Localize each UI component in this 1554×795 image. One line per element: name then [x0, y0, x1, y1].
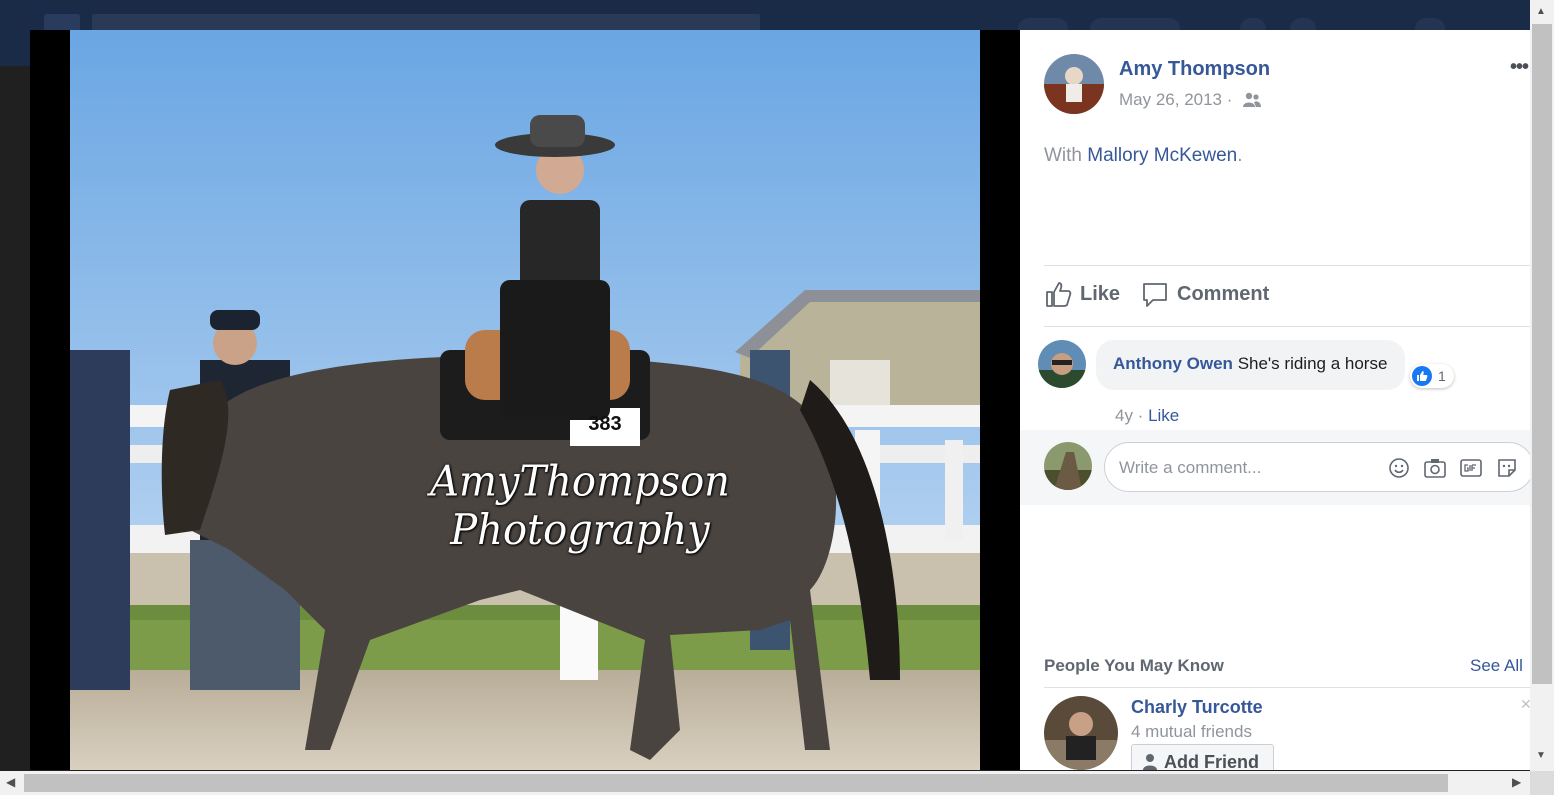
comment-composer: Write a comment... [1020, 430, 1530, 505]
post-date[interactable]: May 26, 2013 · [1119, 90, 1232, 110]
comment-text: She's riding a horse [1237, 354, 1388, 373]
pymk-avatar[interactable] [1044, 696, 1118, 770]
scrollbar-corner [1530, 771, 1554, 795]
divider [1044, 265, 1530, 266]
divider [1044, 326, 1530, 327]
with-prefix: With [1044, 145, 1088, 166]
post-photo[interactable]: 383 AmyThompson Photography [70, 30, 980, 770]
camera-icon[interactable] [1423, 456, 1447, 480]
with-suffix: . [1237, 145, 1243, 166]
close-icon[interactable]: ✕ [1520, 696, 1530, 713]
horizontal-scrollbar[interactable]: ◀ ▶ [0, 771, 1530, 795]
comment-label: Comment [1177, 282, 1270, 305]
horizontal-scroll-thumb[interactable] [24, 774, 1448, 792]
pymk-name-link[interactable]: Charly Turcotte [1131, 697, 1263, 718]
tagged-person-link[interactable]: Mallory McKewen [1087, 145, 1237, 166]
friends-icon[interactable] [1242, 92, 1262, 108]
comment-input[interactable]: Write a comment... [1104, 442, 1530, 492]
viewer-avatar [1044, 442, 1092, 490]
like-reaction-icon [1412, 366, 1432, 386]
comment-meta: 4y · Like [1115, 406, 1179, 426]
tagged-with-line: With Mallory McKewen. [1044, 145, 1243, 167]
comment-age[interactable]: 4y · [1115, 406, 1143, 425]
pymk-mutual-friends[interactable]: 4 mutual friends [1131, 722, 1252, 742]
comment-like-link[interactable]: Like [1148, 406, 1179, 425]
reaction-count: 1 [1438, 368, 1446, 384]
vertical-scroll-thumb[interactable] [1532, 24, 1552, 684]
author-avatar[interactable] [1044, 54, 1104, 114]
scroll-right-arrow-icon[interactable]: ▶ [1512, 775, 1521, 789]
scroll-down-arrow-icon[interactable]: ▼ [1536, 750, 1546, 761]
add-friend-button[interactable]: Add Friend [1131, 744, 1274, 770]
author-name-link[interactable]: Amy Thompson [1119, 58, 1270, 81]
photo-watermark: AmyThompson Photography [430, 457, 730, 555]
bib-number: 383 [588, 413, 621, 435]
see-all-link[interactable]: See All [1470, 656, 1523, 676]
pymk-title: People You May Know [1044, 656, 1224, 675]
vertical-scrollbar[interactable]: ▲ ▼ [1530, 0, 1554, 771]
more-options-icon[interactable]: ••• [1510, 56, 1529, 79]
comment-author-link[interactable]: Anthony Owen [1113, 354, 1233, 373]
divider [1044, 687, 1530, 688]
comment-bubble: Anthony Owen She's riding a horse [1096, 340, 1406, 390]
emoji-icon[interactable] [1387, 456, 1411, 480]
like-button[interactable]: Like [1044, 280, 1120, 308]
comment-reactions[interactable]: 1 [1410, 364, 1454, 388]
gif-icon[interactable] [1459, 456, 1483, 480]
scroll-left-arrow-icon[interactable]: ◀ [6, 775, 15, 789]
sticker-icon[interactable] [1495, 456, 1519, 480]
add-friend-icon [1143, 754, 1157, 770]
thumbs-up-icon [1046, 282, 1072, 307]
comment-placeholder: Write a comment... [1119, 458, 1262, 477]
like-label: Like [1080, 282, 1121, 305]
scroll-up-arrow-icon[interactable]: ▲ [1536, 6, 1546, 17]
commenter-avatar[interactable] [1038, 340, 1086, 388]
comment-icon [1143, 283, 1167, 307]
photo-illustration: 383 [70, 30, 980, 770]
add-friend-label: Add Friend [1164, 751, 1259, 771]
comment-button[interactable]: Comment [1141, 280, 1269, 308]
post-side-panel: Amy Thompson May 26, 2013 · ••• With Mal… [1020, 30, 1530, 770]
